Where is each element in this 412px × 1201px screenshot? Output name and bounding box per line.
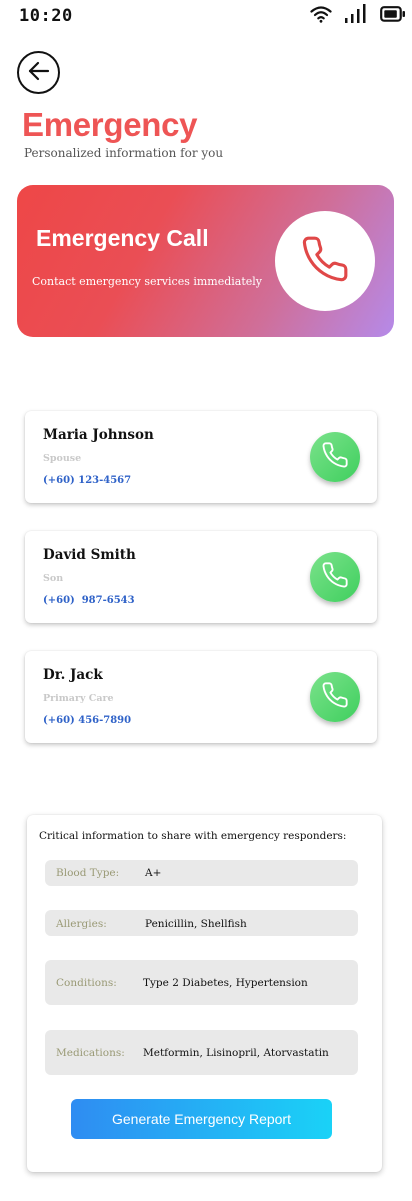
page-title: Emergency	[22, 106, 198, 143]
info-value: A+	[145, 867, 162, 879]
contact-card[interactable]: David Smith Son (+60) 987-6543	[25, 531, 377, 623]
phone-icon	[321, 681, 349, 713]
info-label: Medications:	[56, 1047, 125, 1059]
wifi-icon	[310, 5, 332, 27]
contact-relation: Spouse	[43, 453, 82, 464]
status-time: 10:20	[19, 6, 73, 26]
medical-info-card: Critical information to share with emerg…	[27, 815, 382, 1172]
info-row-allergies: Allergies: Penicillin, Shellfish	[45, 910, 358, 936]
phone-icon	[321, 561, 349, 593]
call-contact-button[interactable]	[310, 552, 360, 602]
status-icons	[310, 4, 406, 28]
contact-relation: Primary Care	[43, 693, 114, 704]
info-label: Conditions:	[56, 977, 117, 989]
info-label: Allergies:	[56, 918, 107, 930]
back-button[interactable]	[17, 51, 60, 94]
call-contact-button[interactable]	[310, 672, 360, 722]
contact-name: Dr. Jack	[43, 667, 103, 683]
medical-info-heading: Critical information to share with emerg…	[39, 830, 347, 842]
arrow-left-icon	[26, 58, 52, 88]
phone-icon	[300, 234, 350, 288]
emergency-call-title: Emergency Call	[36, 225, 209, 251]
contact-card[interactable]: Dr. Jack Primary Care (+60) 456-7890	[25, 651, 377, 743]
status-bar: 10:20	[0, 0, 412, 34]
contact-card[interactable]: Maria Johnson Spouse (+60) 123-4567	[25, 411, 377, 503]
emergency-call-description: Contact emergency services immediately	[32, 275, 263, 288]
info-label: Blood Type:	[56, 867, 120, 879]
info-row-blood-type: Blood Type: A+	[45, 860, 358, 886]
signal-icon	[344, 4, 368, 28]
contact-name: Maria Johnson	[43, 427, 154, 443]
call-contact-button[interactable]	[310, 432, 360, 482]
info-value: Type 2 Diabetes, Hypertension	[143, 977, 308, 989]
page-subtitle: Personalized information for you	[24, 146, 224, 160]
battery-icon	[380, 5, 406, 27]
contact-phone[interactable]: (+60) 987-6543	[43, 595, 135, 606]
contact-phone[interactable]: (+60) 456-7890	[43, 715, 131, 726]
contact-phone[interactable]: (+60) 123-4567	[43, 475, 131, 486]
phone-icon	[321, 441, 349, 473]
generate-report-button[interactable]: Generate Emergency Report	[71, 1099, 332, 1139]
info-row-conditions: Conditions: Type 2 Diabetes, Hypertensio…	[45, 960, 358, 1005]
emergency-call-card[interactable]: Emergency Call Contact emergency service…	[17, 185, 394, 337]
info-row-medications: Medications: Metformin, Lisinopril, Ator…	[45, 1030, 358, 1075]
contact-name: David Smith	[43, 547, 136, 563]
contact-relation: Son	[43, 573, 64, 584]
info-value: Penicillin, Shellfish	[145, 918, 247, 930]
emergency-call-button[interactable]	[275, 211, 375, 311]
info-value: Metformin, Lisinopril, Atorvastatin	[143, 1047, 329, 1059]
